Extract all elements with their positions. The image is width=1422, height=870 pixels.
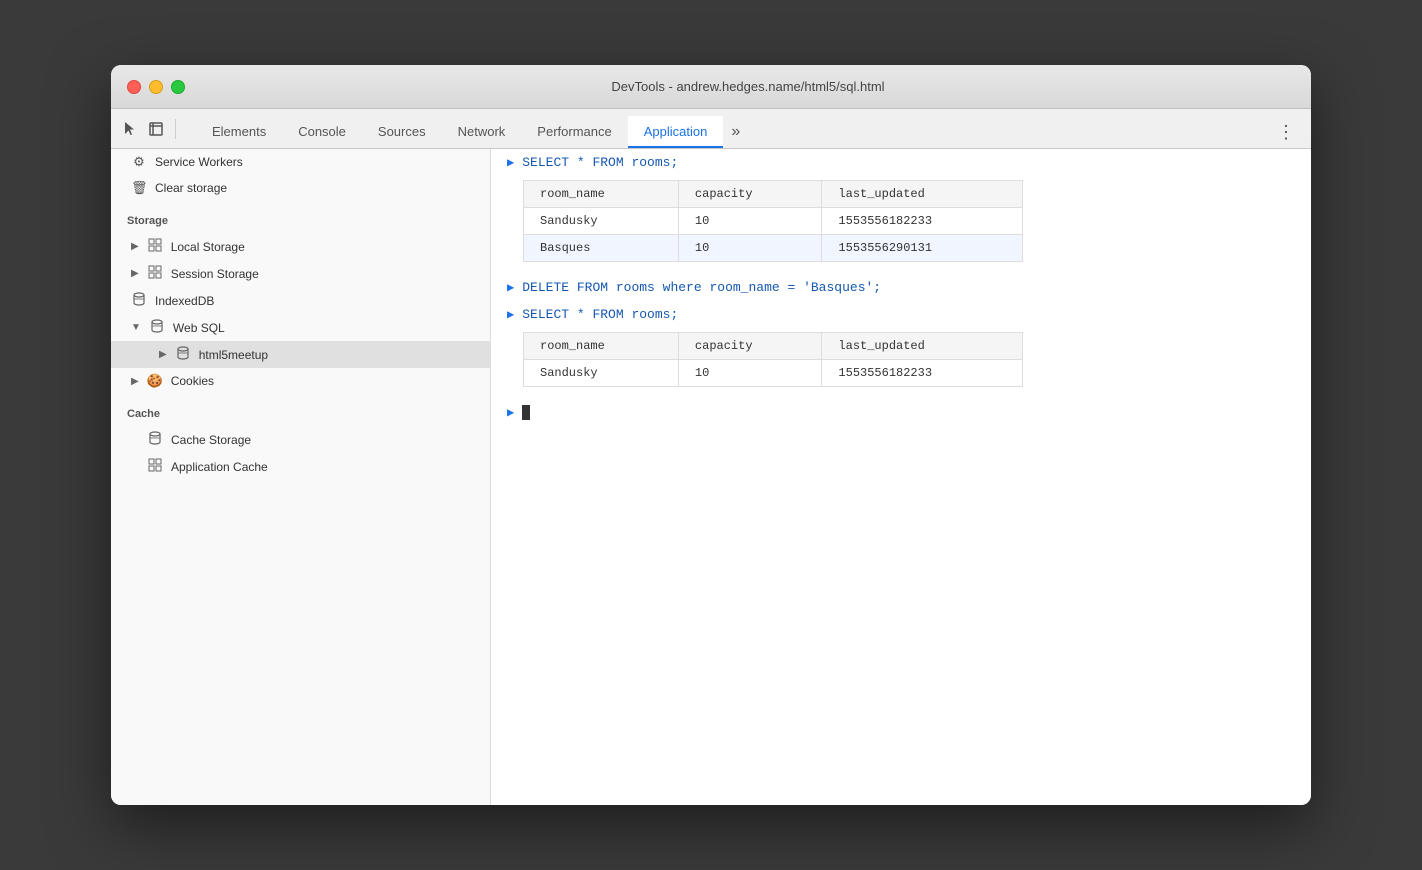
- sidebar-label-application-cache: Application Cache: [171, 460, 268, 474]
- trash-icon: 🗑: [131, 180, 147, 196]
- maximize-button[interactable]: [171, 80, 185, 94]
- sidebar-item-application-cache[interactable]: Application Cache: [111, 453, 490, 480]
- db-icon: [175, 346, 191, 363]
- sidebar-label-indexeddb: IndexedDB: [155, 294, 214, 308]
- prompt-arrow-icon: ▶: [507, 405, 514, 420]
- inspect-icon[interactable]: [145, 118, 167, 140]
- sql-command-3[interactable]: ▶ SELECT * FROM rooms;: [491, 301, 1311, 328]
- db-icon: [131, 292, 147, 309]
- table1-header-capacity: capacity: [678, 181, 822, 208]
- main-area: ⚙ Service Workers 🗑 Clear storage Storag…: [111, 149, 1311, 805]
- sql-query-3: SELECT * FROM rooms;: [522, 307, 678, 322]
- minimize-button[interactable]: [149, 80, 163, 94]
- sql-query-1: SELECT * FROM rooms;: [522, 155, 678, 170]
- table1-row2-room-name: Basques: [524, 235, 679, 262]
- table1-row1-last-updated: 1553556182233: [822, 208, 1023, 235]
- table2-row1-capacity: 10: [678, 360, 822, 387]
- sidebar-item-indexeddb[interactable]: IndexedDB: [111, 287, 490, 314]
- more-tabs-button[interactable]: »: [723, 116, 748, 148]
- table-row: Sandusky 10 1553556182233: [524, 360, 1023, 387]
- table1-row1-room-name: Sandusky: [524, 208, 679, 235]
- cursor-icon[interactable]: [119, 118, 141, 140]
- db-icon: [149, 319, 165, 336]
- sql-query-2: DELETE FROM rooms where room_name = 'Bas…: [522, 280, 881, 295]
- table2-header-capacity: capacity: [678, 333, 822, 360]
- table1-row2-capacity: 10: [678, 235, 822, 262]
- sql-cursor-line[interactable]: ▶: [491, 399, 1311, 426]
- sidebar-label-session-storage: Session Storage: [171, 267, 259, 281]
- table1-header-room-name: room_name: [524, 181, 679, 208]
- storage-section-label: Storage: [111, 201, 490, 233]
- table-row: Basques 10 1553556290131: [524, 235, 1023, 262]
- sidebar-label-cache-storage: Cache Storage: [171, 433, 251, 447]
- tab-bar: Elements Console Sources Network Perform…: [111, 109, 1311, 149]
- cache-section-label: Cache: [111, 394, 490, 426]
- sidebar-label-local-storage: Local Storage: [171, 240, 245, 254]
- sidebar-label-cookies: Cookies: [171, 374, 214, 388]
- db-icon: [147, 431, 163, 448]
- sql-command-2[interactable]: ▶ DELETE FROM rooms where room_name = 'B…: [491, 274, 1311, 301]
- table2-header-last-updated: last_updated: [822, 333, 1023, 360]
- window-title: DevTools - andrew.hedges.name/html5/sql.…: [201, 79, 1295, 94]
- sidebar-label-html5meetup: html5meetup: [199, 348, 268, 362]
- table1-row1-capacity: 10: [678, 208, 822, 235]
- tab-network[interactable]: Network: [442, 116, 522, 148]
- tab-elements[interactable]: Elements: [196, 116, 282, 148]
- tabs-container: Elements Console Sources Network Perform…: [196, 109, 1269, 148]
- chevron-right-icon: ▶: [131, 268, 139, 279]
- sidebar-item-service-workers[interactable]: ⚙ Service Workers: [111, 149, 490, 175]
- traffic-lights: [127, 80, 185, 94]
- chevron-right-icon: ▶: [159, 349, 167, 360]
- chevron-down-icon: ▼: [131, 322, 141, 333]
- content-panel: ▶ SELECT * FROM rooms; room_name capacit…: [491, 149, 1311, 805]
- sidebar-item-html5meetup[interactable]: ▶ html5meetup: [111, 341, 490, 368]
- sidebar-label-clear-storage: Clear storage: [155, 181, 227, 195]
- sidebar-label-web-sql: Web SQL: [173, 321, 225, 335]
- grid-icon: [147, 265, 163, 282]
- table2-row1-room-name: Sandusky: [524, 360, 679, 387]
- chevron-right-icon: ▶: [131, 376, 139, 387]
- sidebar-item-session-storage[interactable]: ▶ Session Storage: [111, 260, 490, 287]
- table2-header-room-name: room_name: [524, 333, 679, 360]
- sidebar: ⚙ Service Workers 🗑 Clear storage Storag…: [111, 149, 491, 805]
- expand-arrow-icon[interactable]: ▶: [507, 155, 514, 170]
- sidebar-label-service-workers: Service Workers: [155, 155, 243, 169]
- sidebar-item-cache-storage[interactable]: Cache Storage: [111, 426, 490, 453]
- table-row: Sandusky 10 1553556182233: [524, 208, 1023, 235]
- devtools-menu-button[interactable]: ⋮: [1269, 116, 1303, 148]
- grid-icon: [147, 458, 163, 475]
- tab-application[interactable]: Application: [628, 116, 724, 148]
- text-cursor: [522, 405, 530, 420]
- grid-icon: [147, 238, 163, 255]
- sql-command-1[interactable]: ▶ SELECT * FROM rooms;: [491, 149, 1311, 176]
- sql-result-table-2: room_name capacity last_updated Sandusky…: [523, 332, 1023, 387]
- devtools-window: DevTools - andrew.hedges.name/html5/sql.…: [111, 65, 1311, 805]
- sidebar-item-cookies[interactable]: ▶ 🍪 Cookies: [111, 368, 490, 394]
- gear-icon: ⚙: [131, 154, 147, 170]
- expand-arrow-icon[interactable]: ▶: [507, 307, 514, 322]
- table2-row1-last-updated: 1553556182233: [822, 360, 1023, 387]
- cookie-icon: 🍪: [147, 373, 163, 389]
- sidebar-item-web-sql[interactable]: ▼ Web SQL: [111, 314, 490, 341]
- sidebar-item-local-storage[interactable]: ▶ Local Storage: [111, 233, 490, 260]
- table1-row2-last-updated: 1553556290131: [822, 235, 1023, 262]
- tab-separator: [175, 119, 176, 139]
- expand-arrow-icon[interactable]: ▶: [507, 280, 514, 295]
- sidebar-item-clear-storage[interactable]: 🗑 Clear storage: [111, 175, 490, 201]
- tab-sources[interactable]: Sources: [362, 116, 442, 148]
- chevron-right-icon: ▶: [131, 241, 139, 252]
- table1-header-last-updated: last_updated: [822, 181, 1023, 208]
- tab-console[interactable]: Console: [282, 116, 362, 148]
- sql-result-table-1: room_name capacity last_updated Sandusky…: [523, 180, 1023, 262]
- title-bar: DevTools - andrew.hedges.name/html5/sql.…: [111, 65, 1311, 109]
- close-button[interactable]: [127, 80, 141, 94]
- tab-performance[interactable]: Performance: [521, 116, 627, 148]
- tab-bar-tools: [119, 109, 180, 148]
